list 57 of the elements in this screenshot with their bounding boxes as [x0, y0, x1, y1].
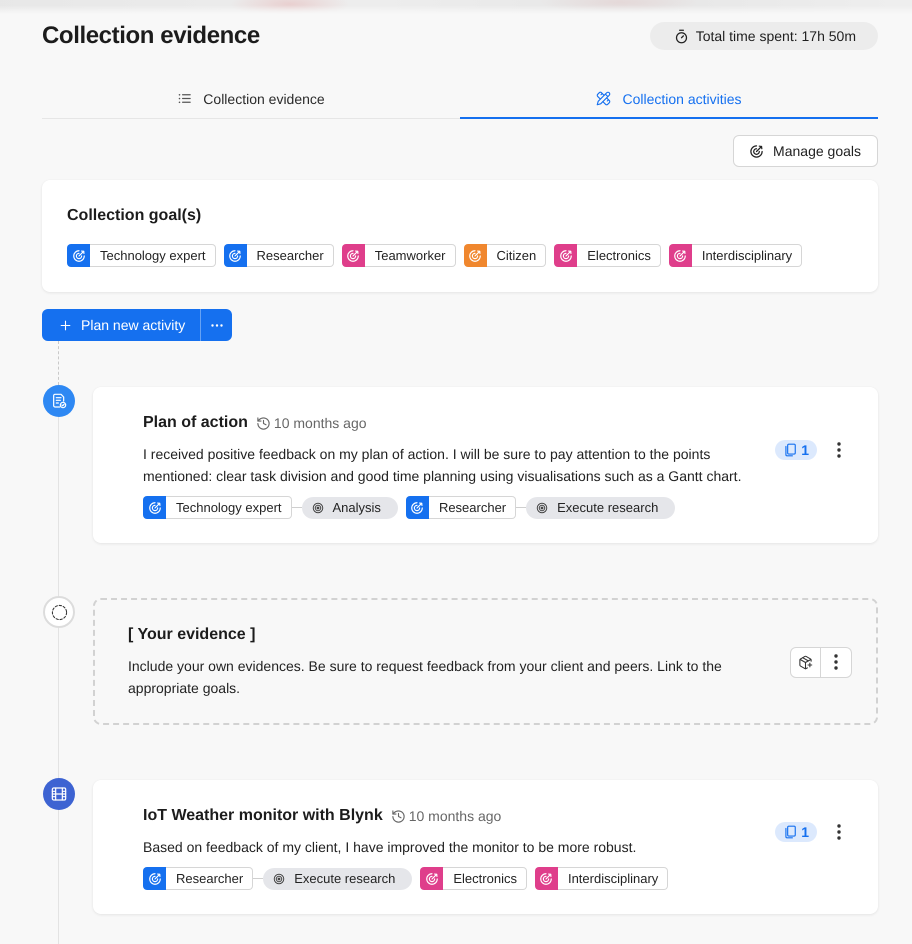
skill-label: Analysis [332, 500, 381, 515]
skill-label: Execute research [294, 871, 396, 886]
target-icon [312, 502, 324, 514]
more-button[interactable] [821, 646, 852, 678]
history-icon [256, 416, 271, 430]
tab[interactable]: Collection evidence [42, 80, 460, 119]
connector-line [516, 507, 526, 508]
goal-tag: Researcher [246, 244, 334, 267]
tab[interactable]: Collection activities [460, 80, 878, 119]
activity-description: I received positive feedback on my plan of action. I will be sure to pay attention to the points mentioned: clear task division and good time planning using visualisations such as a Gantt chart. [143, 445, 742, 486]
evidence-description: Include your own evidences. Be sure to request feedback from your client and peers. Link to the appropriate goals. [128, 657, 723, 698]
goal-tag: Electronics [577, 244, 661, 267]
goal-tag: Technology expert [166, 496, 292, 519]
goal-tag: Researcher [166, 867, 254, 890]
goal-tag: Teamworker [364, 244, 456, 267]
stopwatch-icon [674, 28, 689, 44]
film-icon [43, 778, 75, 810]
document-icon [43, 385, 75, 417]
page-title: Collection evidence [42, 22, 260, 50]
evidence-title: [ Your evidence ] [128, 625, 256, 645]
manage-goals-button[interactable]: Manage goals [733, 135, 878, 167]
card-title: Collection goal(s) [67, 206, 202, 226]
goal-tag: Interdisciplinary [692, 244, 802, 267]
cube-plus-icon [798, 654, 813, 670]
activity-time: 10 months ago [274, 415, 367, 431]
vertical-dots-icon [837, 442, 841, 458]
more-options-button[interactable] [200, 309, 232, 341]
goal-tag: Interdisciplinary [558, 867, 668, 890]
add-evidence-button[interactable] [790, 646, 821, 678]
plan-new-activity-button[interactable]: Plan new activity [42, 309, 200, 341]
activity-description: Based on feedback of my client, I have improved the monitor to be more robust. [143, 838, 638, 857]
goal-tag: Researcher [428, 496, 516, 519]
pages-icon [783, 443, 798, 457]
connector-line [292, 507, 302, 508]
attachments-button[interactable]: 1 [775, 440, 817, 460]
vertical-dots-icon [834, 654, 838, 670]
skill-label: Execute research [557, 500, 658, 515]
pencil-ruler-icon [596, 91, 612, 106]
vertical-dots-icon [837, 824, 841, 840]
goal-tag: Electronics [443, 867, 527, 890]
time-spent-text: Total time spent: 17h 50m [696, 28, 856, 44]
plus-icon [59, 318, 72, 332]
activity-title: IoT Weather monitor with Blynk [143, 806, 383, 826]
connector-line [253, 878, 264, 879]
activity-title: Plan of action [143, 413, 248, 433]
pages-icon [783, 825, 798, 839]
goal-icon [749, 144, 764, 158]
list-icon [177, 91, 192, 106]
activity-time: 10 months ago [408, 808, 502, 824]
attachments-button[interactable]: 1 [775, 822, 817, 842]
horizontal-dots-icon [210, 324, 223, 326]
target-icon [273, 872, 286, 884]
goal-tag: Citizen [486, 244, 546, 267]
history-icon [390, 808, 406, 824]
target-icon [536, 502, 548, 514]
goal-tag: Technology expert [90, 244, 216, 267]
dashed-circle-icon [43, 596, 75, 628]
